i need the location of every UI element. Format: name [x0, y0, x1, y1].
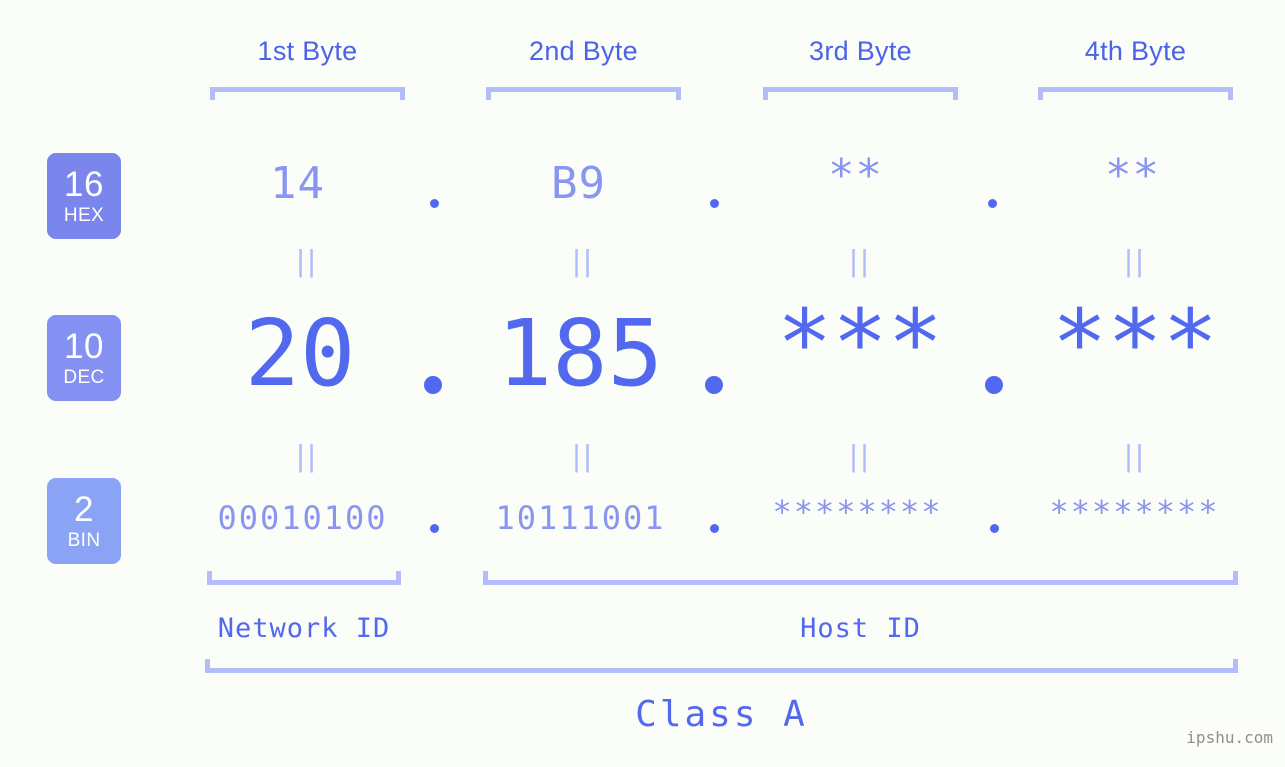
byte-bracket-3: [763, 87, 958, 100]
equals-mark-dec-bin-3: ||: [849, 438, 872, 473]
byte-header-3: 3rd Byte: [809, 36, 912, 66]
host-id-label: Host ID: [800, 613, 921, 644]
class-bracket: [205, 659, 1238, 673]
bin-separator-dot-2: [710, 524, 719, 533]
equals-mark-dec-bin-2: ||: [572, 438, 595, 473]
dec-separator-dot-1: [424, 376, 442, 394]
byte-bracket-1: [210, 87, 405, 100]
byte-bracket-4: [1038, 87, 1233, 100]
dec-octet-1: 20: [244, 300, 356, 407]
hex-octet-1: 14: [270, 158, 325, 209]
hex-separator-dot-2: [710, 199, 719, 208]
base-badge-bin-number: 2: [74, 490, 94, 529]
equals-mark-hex-dec-1: ||: [296, 243, 319, 278]
base-badge-dec: 10 DEC: [47, 315, 121, 401]
dec-octet-4: ***: [1051, 290, 1219, 397]
bin-octet-4: ********: [1049, 493, 1220, 531]
byte-bracket-2: [486, 87, 681, 100]
host-id-bracket: [483, 571, 1238, 585]
equals-mark-hex-dec-4: ||: [1124, 243, 1147, 278]
dec-octet-3: ***: [776, 290, 944, 397]
base-badge-hex-name: HEX: [63, 205, 105, 226]
byte-header-4: 4th Byte: [1084, 36, 1187, 66]
bin-octet-2: 10111001: [495, 499, 666, 537]
equals-mark-dec-bin-4: ||: [1124, 438, 1147, 473]
byte-header-1: 1st Byte: [257, 36, 358, 66]
class-label: Class A: [635, 694, 808, 735]
bin-octet-1: 00010100: [217, 499, 388, 537]
network-id-label: Network ID: [217, 613, 391, 644]
base-badge-dec-number: 10: [64, 327, 104, 366]
base-badge-bin: 2 BIN: [47, 478, 121, 564]
bin-separator-dot-3: [990, 524, 999, 533]
hex-octet-2: B9: [551, 158, 606, 209]
bin-octet-3: ********: [772, 493, 943, 531]
dec-octet-2: 185: [496, 300, 664, 407]
ip-address-breakdown-diagram: 1st Byte 2nd Byte 3rd Byte 4th Byte 16 H…: [0, 0, 1285, 767]
base-badge-bin-name: BIN: [67, 530, 101, 551]
equals-mark-hex-dec-3: ||: [849, 243, 872, 278]
base-badge-hex-number: 16: [64, 165, 104, 204]
equals-mark-hex-dec-2: ||: [572, 243, 595, 278]
hex-separator-dot-1: [430, 199, 439, 208]
equals-mark-dec-bin-1: ||: [296, 438, 319, 473]
hex-separator-dot-3: [988, 199, 997, 208]
hex-octet-4: **: [1105, 150, 1160, 201]
byte-header-2: 2nd Byte: [529, 36, 638, 66]
dec-separator-dot-2: [705, 376, 723, 394]
hex-octet-3: **: [828, 150, 883, 201]
dec-separator-dot-3: [985, 376, 1003, 394]
base-badge-dec-name: DEC: [63, 367, 105, 388]
bin-separator-dot-1: [430, 524, 439, 533]
base-badge-hex: 16 HEX: [47, 153, 121, 239]
network-id-bracket: [207, 571, 401, 585]
site-watermark: ipshu.com: [1186, 728, 1273, 747]
